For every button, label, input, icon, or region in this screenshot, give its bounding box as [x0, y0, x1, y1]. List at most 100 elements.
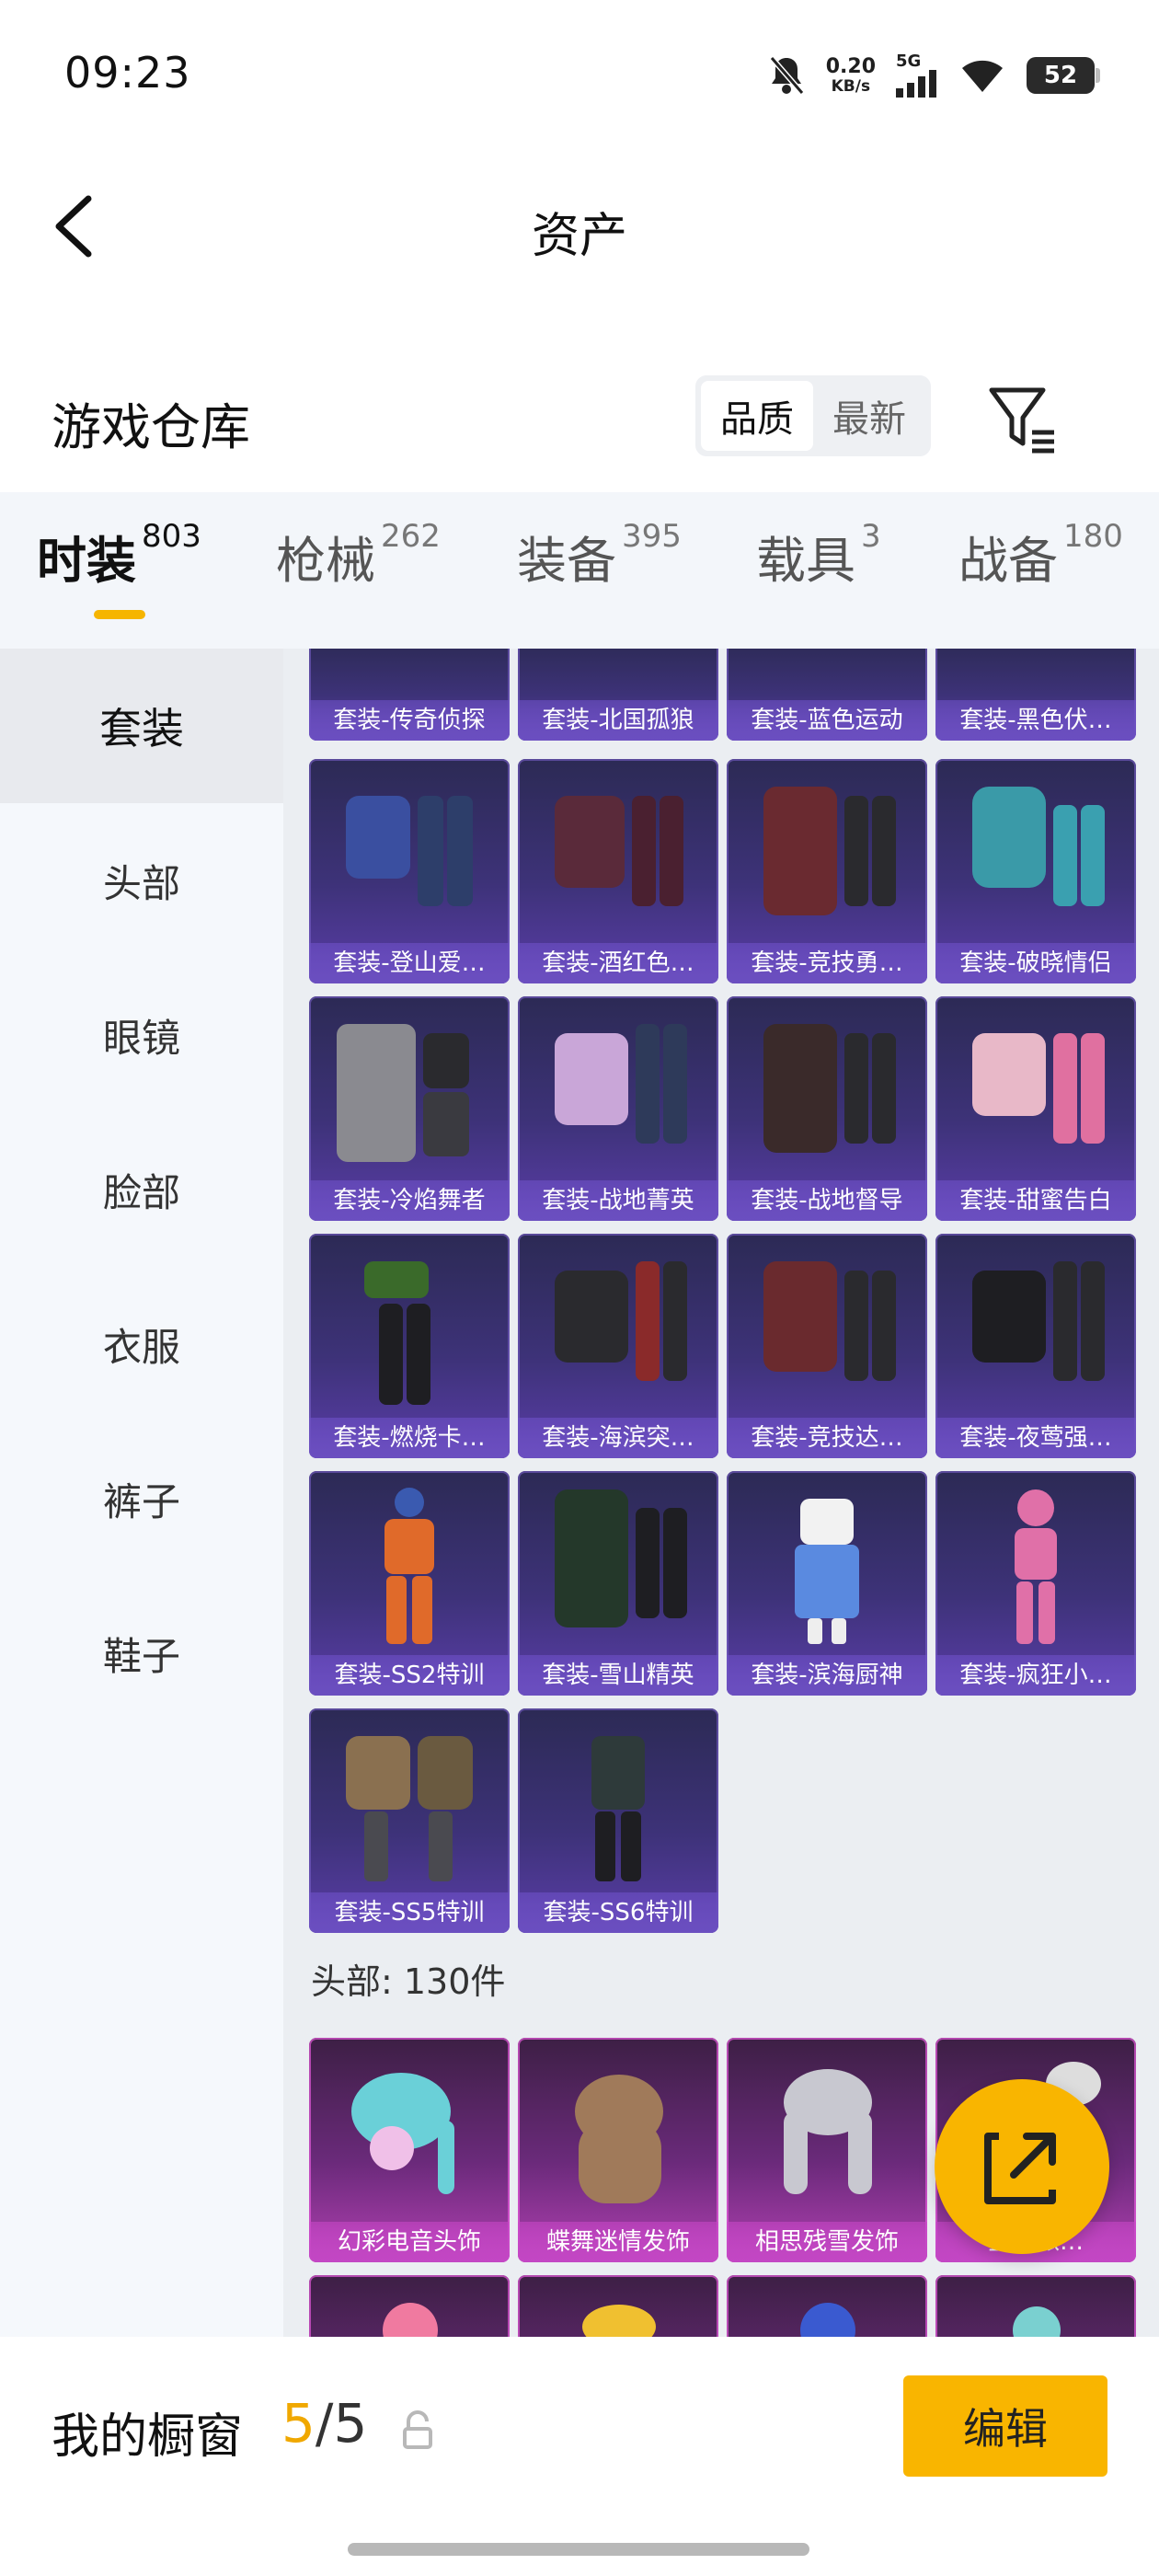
sidebar-item-glasses[interactable]: 眼镜 [0, 958, 283, 1112]
home-indicator[interactable] [348, 2543, 809, 2556]
suit-card-label: 套装-冷焰舞者 [309, 1180, 510, 1221]
share-external-icon [984, 2133, 1056, 2204]
suit-card-label: 套装-雪山精英 [518, 1655, 718, 1696]
outfit-image [364, 1261, 430, 1405]
tab-label: 战备 [958, 532, 1058, 590]
suit-card[interactable]: 套装-蓝色运动 [727, 649, 927, 741]
head-card[interactable]: 相思残雪发饰 [727, 2038, 927, 2262]
wifi-icon [962, 60, 1003, 92]
suit-card[interactable]: 套装-疯狂小… [935, 1471, 1136, 1696]
suit-card[interactable]: 套装-冷焰舞者 [309, 996, 510, 1221]
suit-card[interactable]: 套装-北国孤狼 [518, 649, 718, 741]
head-card[interactable] [518, 2275, 718, 2337]
bell-muted-icon [769, 56, 804, 95]
outfit-image [591, 1736, 645, 1881]
net-speed-unit: KB/s [831, 76, 871, 96]
headwear-image [383, 2303, 438, 2337]
share-button[interactable] [935, 2079, 1109, 2254]
showcase-bar: 我的橱窗 5/5 编辑 [0, 2337, 1159, 2576]
tab-active-indicator [94, 610, 145, 619]
outfit-image [763, 787, 896, 915]
suit-card[interactable]: 套装-SS6特训 [518, 1708, 718, 1933]
outfit-image [555, 796, 683, 906]
suit-card[interactable]: 套装-黑色伏… [935, 649, 1136, 741]
suit-card-label: 套装-竞技勇… [727, 943, 927, 983]
suit-card[interactable]: 套装-传奇侦探 [309, 649, 510, 741]
suit-card-label: 套装-登山爱… [309, 943, 510, 983]
head-card[interactable] [727, 2275, 927, 2337]
sort-latest[interactable]: 最新 [813, 381, 925, 451]
suit-card[interactable]: 套装-破晓情侣 [935, 759, 1136, 983]
tab-fashion[interactable]: 时装 803 [37, 518, 201, 592]
suit-card[interactable]: 套装-战地督导 [727, 996, 927, 1221]
outfit-image [555, 1024, 687, 1144]
sidebar-item-suit[interactable]: 套装 [0, 649, 283, 803]
status-icons: 0.20 KB/s 5G 52 [767, 48, 1100, 103]
headwear-image [800, 2303, 855, 2337]
outfit-image [384, 1488, 434, 1644]
suit-card[interactable]: 套装-SS5特训 [309, 1708, 510, 1933]
sort-quality[interactable]: 品质 [701, 381, 813, 451]
head-card[interactable]: 幻彩电音头饰 [309, 2038, 510, 2262]
suit-card-label: 套装-传奇侦探 [309, 700, 510, 741]
warehouse-header: 游戏仓库 品质 最新 [0, 359, 1159, 478]
section-heading-head: 头部: 130件 [311, 1961, 506, 2002]
sort-toggle: 品质 最新 [695, 375, 931, 456]
status-bar: 09:23 0.20 KB/s 5G 52 [0, 0, 1159, 156]
outfit-image [337, 1024, 469, 1162]
suit-card[interactable]: 套装-竞技达… [727, 1234, 927, 1458]
edit-button[interactable]: 编辑 [903, 2375, 1107, 2477]
suit-card[interactable]: 套装-SS2特训 [309, 1471, 510, 1696]
head-card[interactable]: 蝶舞迷情发饰 [518, 2038, 718, 2262]
head-card-label: 幻彩电音头饰 [309, 2222, 510, 2262]
suit-card[interactable]: 套装-雪山精英 [518, 1471, 718, 1696]
sidebar-item-head[interactable]: 头部 [0, 803, 283, 958]
suit-card[interactable]: 套装-酒红色… [518, 759, 718, 983]
suit-card-label: 套装-北国孤狼 [518, 700, 718, 741]
suit-card[interactable]: 套装-燃烧卡… [309, 1234, 510, 1458]
tab-label: 载具 [756, 532, 855, 590]
suit-card[interactable]: 套装-登山爱… [309, 759, 510, 983]
suit-card[interactable]: 套装-海滨突… [518, 1234, 718, 1458]
suit-card-label: 套装-甜蜜告白 [935, 1180, 1136, 1221]
net-speed: 0.20 KB/s [825, 54, 876, 96]
suit-card[interactable]: 套装-竞技勇… [727, 759, 927, 983]
suit-card-label: 套装-破晓情侣 [935, 943, 1136, 983]
tab-weapons[interactable]: 枪械 262 [276, 518, 441, 592]
outfit-image [763, 1024, 896, 1153]
tab-count: 3 [861, 518, 881, 555]
tab-gear[interactable]: 装备 395 [517, 518, 682, 592]
head-card[interactable] [935, 2275, 1136, 2337]
app-header: 资产 [0, 156, 1159, 294]
net-speed-value: 0.20 [825, 54, 876, 78]
outfit-image [346, 796, 473, 906]
filter-icon[interactable] [986, 383, 1060, 456]
tab-count: 262 [381, 518, 441, 555]
suit-card-label: 套装-蓝色运动 [727, 700, 927, 741]
suit-card-label: 套装-战地督导 [727, 1180, 927, 1221]
headwear-image [1013, 2306, 1061, 2337]
head-card[interactable] [309, 2275, 510, 2337]
sidebar-item-shoes[interactable]: 鞋子 [0, 1576, 283, 1731]
suit-card[interactable]: 套装-夜莺强… [935, 1234, 1136, 1458]
tab-vehicles[interactable]: 载具 3 [756, 518, 881, 592]
suit-card-label: 套装-竞技达… [727, 1418, 927, 1458]
suit-card-label: 套装-黑色伏… [935, 700, 1136, 741]
sidebar-item-face[interactable]: 脸部 [0, 1112, 283, 1267]
suit-card-label: 套装-SS5特训 [309, 1892, 510, 1933]
tab-supplies[interactable]: 战备 180 [958, 518, 1123, 592]
suit-card[interactable]: 套装-甜蜜告白 [935, 996, 1136, 1221]
head-card-label: 蝶舞迷情发饰 [518, 2222, 718, 2262]
warehouse-title: 游戏仓库 [52, 398, 250, 456]
outfit-image [555, 1261, 687, 1381]
suit-card-label: 套装-酒红色… [518, 943, 718, 983]
outfit-image [763, 1261, 896, 1381]
outfit-image [972, 1261, 1105, 1381]
sidebar-item-pants[interactable]: 裤子 [0, 1421, 283, 1576]
outfit-image [555, 1489, 687, 1627]
sidebar-item-clothes[interactable]: 衣服 [0, 1267, 283, 1421]
suit-card[interactable]: 套装-战地菁英 [518, 996, 718, 1221]
suit-card[interactable]: 套装-滨海厨神 [727, 1471, 927, 1696]
showcase-total: 5 [333, 2392, 368, 2455]
page-title: 资产 [531, 209, 627, 264]
